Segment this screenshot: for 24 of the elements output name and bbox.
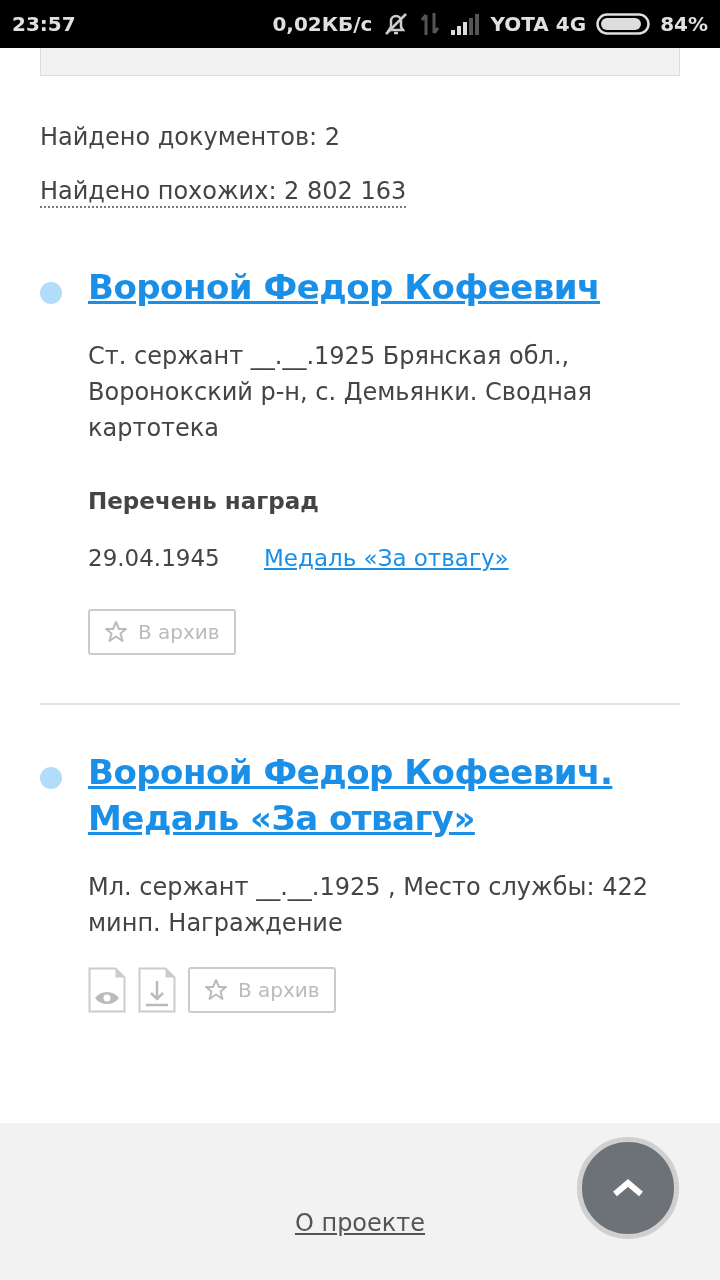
found-documents-count: Найдено документов: 2 [40,122,341,153]
award-date: 29.04.1945 [88,543,221,573]
download-document-icon[interactable] [138,966,176,1013]
result-title-link[interactable]: Вороной Федор Кофеевич [88,264,680,310]
signal-icon [450,12,481,36]
chevron-up-icon [612,1178,644,1198]
battery-percent: 84% [660,11,708,38]
award-link[interactable]: Медаль «За отвагу» [264,540,509,575]
star-icon [104,619,128,644]
clock: 23:57 [12,11,76,38]
similar-documents-link[interactable]: Найдено похожих: 2 802 163 [40,176,407,208]
result-description: Мл. сержант __.__.1925 , Место службы: 422 минп. Награждение [88,871,649,939]
data-transfer-icon [420,11,441,37]
battery-icon [596,12,651,36]
archive-button[interactable]: В архив [88,608,236,655]
carrier-name: YOTA 4G [490,11,587,38]
result-description: Ст. сержант __.__.1925 Брянская обл., Воронокский р-н, с. Демьянки. Сводная картотека [88,341,593,444]
about-project-link[interactable]: О проекте [294,1205,426,1241]
awards-heading: Перечень наград [88,487,319,516]
result-title-link[interactable]: Вороной Федор Кофеевич. Медаль «За отвагу» [88,748,680,841]
view-document-icon[interactable] [88,966,126,1013]
archive-button[interactable]: В архив [188,966,336,1013]
star-icon [204,977,228,1002]
network-speed: 0,02КБ/с [272,11,373,38]
